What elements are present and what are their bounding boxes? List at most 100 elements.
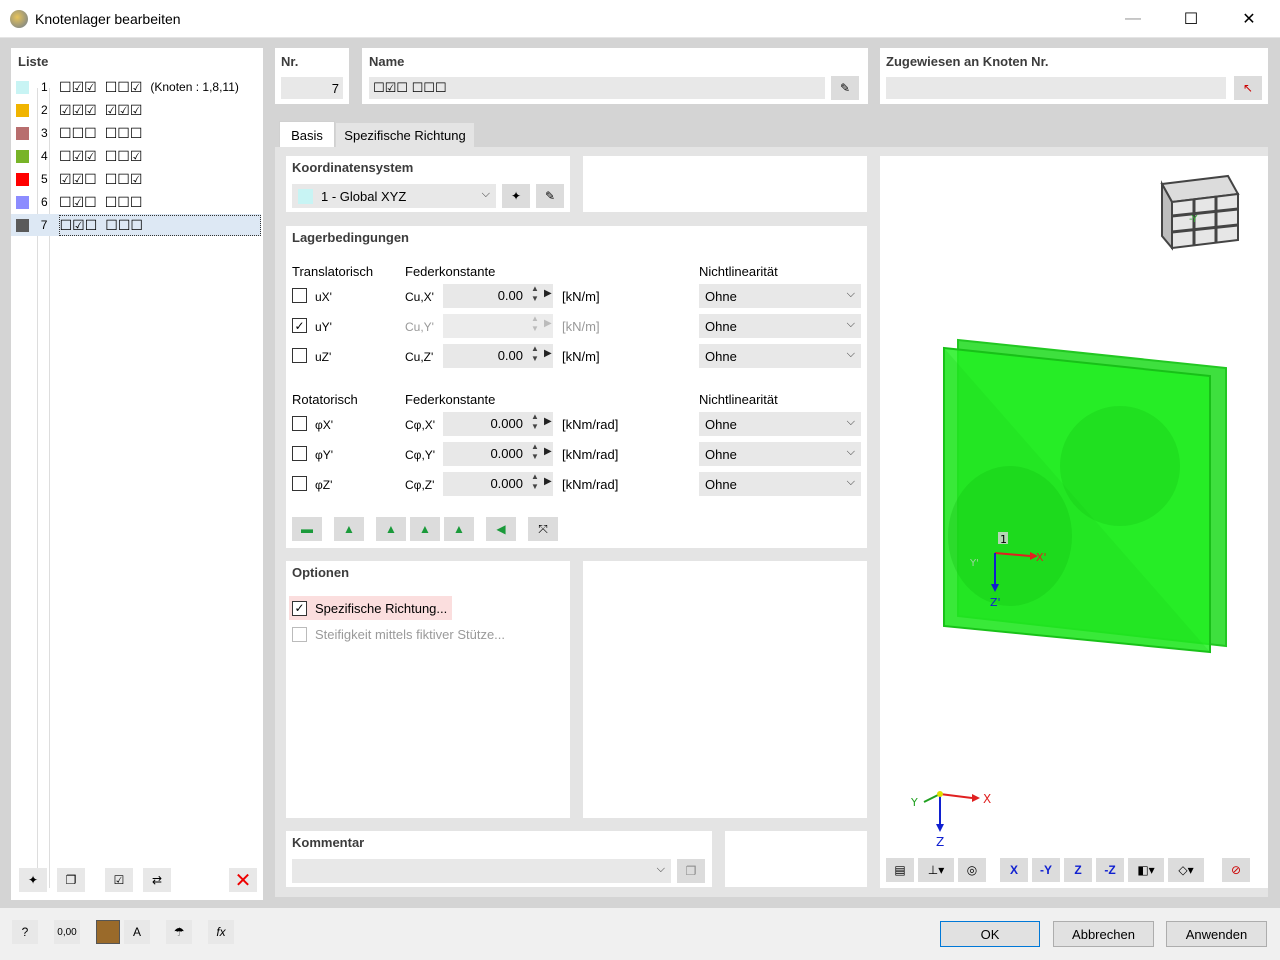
roller-y-support-icon[interactable]: ▲ <box>444 517 474 541</box>
iso-view-icon[interactable]: ◇▾ <box>1168 858 1204 882</box>
hinged-support-icon[interactable]: ▲ <box>334 517 364 541</box>
tab-basis[interactable]: Basis <box>279 121 335 148</box>
comment-library-icon[interactable]: ❐ <box>677 859 705 883</box>
nonlinearity-select[interactable]: Ohne ⌵ <box>699 344 861 368</box>
edit-name-icon[interactable]: ✎ <box>831 76 859 100</box>
copy-item-icon[interactable]: ❐ <box>57 868 85 892</box>
dof-checkbox[interactable]: ✓ <box>292 318 307 333</box>
chevron-down-icon: ⌵ <box>846 446 855 458</box>
app-icon <box>10 10 28 28</box>
display-options-icon[interactable]: ◧▾ <box>1128 858 1164 882</box>
list-item-dof-symbol: ☐ <box>104 147 118 164</box>
list-item[interactable]: 5 ☑☑☐ ☐☐☑ <box>11 168 261 190</box>
play-icon[interactable]: ▶ <box>544 288 552 299</box>
view-cube[interactable]: -Y <box>1160 174 1240 251</box>
list-item[interactable]: 6 ☐☑☐ ☐☐☐ <box>11 191 261 213</box>
view-x-icon[interactable]: X <box>1000 858 1028 882</box>
ok-button[interactable]: OK <box>940 921 1040 947</box>
close-button[interactable]: ✕ <box>1220 0 1278 38</box>
list-item[interactable]: 2 ☑☑☑ ☑☑☑ <box>11 99 261 121</box>
play-icon[interactable]: ▶ <box>544 318 552 329</box>
dof-label: φX' <box>315 418 334 432</box>
assigned-field[interactable] <box>886 77 1226 99</box>
delete-icon[interactable]: ✕ <box>229 868 257 892</box>
play-icon[interactable]: ▶ <box>544 416 552 427</box>
axis-display-icon[interactable]: ⊥▾ <box>918 858 954 882</box>
view-minus-z-icon[interactable]: -Z <box>1096 858 1124 882</box>
chevron-down-icon: ⌵ <box>846 288 855 300</box>
formula-icon[interactable]: fx <box>208 920 234 944</box>
list-item-dof-symbol: ☐ <box>117 193 130 210</box>
text-style-icon[interactable]: A <box>124 920 150 944</box>
coord-select[interactable]: 1 - Global XYZ ⌵ <box>292 184 496 208</box>
view-toolbar: ▤ ⊥▾ ◎ X -Y Z -Z ◧▾ ◇▾ <box>886 858 1204 882</box>
fixed-support-icon[interactable]: ▲ <box>376 517 406 541</box>
roller-x-support-icon[interactable]: ▲ <box>410 517 440 541</box>
dof-checkbox[interactable] <box>292 348 307 363</box>
minimize-button[interactable]: — <box>1104 0 1162 38</box>
play-icon[interactable]: ▶ <box>544 348 552 359</box>
stiffness-label: Steifigkeit mittels fiktiver Stütze... <box>315 627 506 642</box>
dof-checkbox[interactable] <box>292 416 307 431</box>
nonlinearity-select[interactable]: Ohne ⌵ <box>699 314 861 338</box>
list-item-extra: (Knoten : 1,8,11) <box>150 80 239 94</box>
spring-support-icon[interactable]: ▬ <box>292 517 322 541</box>
list-item-dof-symbol: ☐ <box>129 193 143 210</box>
nonlinearity-select[interactable]: Ohne ⌵ <box>699 472 861 496</box>
display-icon[interactable]: ☂ <box>166 920 192 944</box>
list-item-dof-symbol: ☐ <box>117 170 130 187</box>
list-item-dof-symbol: ☐ <box>71 124 85 141</box>
view-z-icon[interactable]: Z <box>1064 858 1092 882</box>
apply-button[interactable]: Anwenden <box>1166 921 1267 947</box>
name-field[interactable]: ☐☑☐ ☐☐☐ <box>369 77 825 99</box>
spinner-arrows-icon[interactable]: ▲ ▼ <box>531 412 539 432</box>
list-item[interactable]: 3 ☐☐☐ ☐☐☐ <box>11 122 261 144</box>
dof-checkbox[interactable] <box>292 476 307 491</box>
list-item[interactable]: 1 ☐☑☑ ☐☐☑ (Knoten : 1,8,11) <box>11 76 261 98</box>
pick-node-icon[interactable]: ↖ <box>1234 76 1262 100</box>
spinner-arrows-icon[interactable]: ▲ ▼ <box>531 344 539 364</box>
options-side-panel <box>583 561 867 818</box>
new-coord-icon[interactable]: ✦ <box>502 184 530 208</box>
cancel-button[interactable]: Abbrechen <box>1053 921 1154 947</box>
play-icon[interactable]: ▶ <box>544 476 552 487</box>
spinner-arrows-icon[interactable]: ▲ ▼ <box>531 314 539 334</box>
spinner-arrows-icon[interactable]: ▲ ▼ <box>531 284 539 304</box>
list-item[interactable]: 7 ☐☑☐ ☐☐☐ <box>11 214 261 236</box>
list-item-box: ☐☑☑ ☐☐☑ <box>59 149 150 164</box>
tab-specific-direction[interactable]: Spezifische Richtung <box>336 123 474 148</box>
spinner-arrows-icon[interactable]: ▲ ▼ <box>531 442 539 462</box>
dof-checkbox[interactable] <box>292 446 307 461</box>
check-all-icon[interactable]: ☑ <box>105 868 133 892</box>
preview-canvas[interactable]: -Y 1 X' Z' Y' X Y Z <box>880 156 1268 888</box>
comment-select[interactable]: ⌵ <box>292 859 671 883</box>
local-x-label: X' <box>1036 551 1047 564</box>
view-minus-y-icon[interactable]: -Y <box>1032 858 1060 882</box>
wall-support-icon[interactable]: ◀ <box>486 517 516 541</box>
play-icon[interactable]: ▶ <box>544 446 552 457</box>
spinner-arrows-icon[interactable]: ▲ ▼ <box>531 472 539 492</box>
dof-checkbox[interactable] <box>292 288 307 303</box>
reset-view-icon[interactable]: ⊘ <box>1222 858 1250 882</box>
material-color-icon[interactable] <box>96 920 120 944</box>
decimal-places-icon[interactable]: 0,00 <box>54 920 80 944</box>
list-item-color-swatch <box>16 103 29 117</box>
support-type-toolbar: ▬ ▲ ▲ ▲ ▲ ◀ ⤧ <box>292 517 558 541</box>
render-mode-icon[interactable]: ▤ <box>886 858 914 882</box>
swap-check-icon[interactable]: ⇄ <box>143 868 171 892</box>
nonlinearity-select[interactable]: Ohne ⌵ <box>699 412 861 436</box>
help-icon[interactable]: ? <box>12 920 38 944</box>
edit-coord-icon[interactable]: ✎ <box>536 184 564 208</box>
list-item[interactable]: 4 ☐☑☑ ☐☐☑ <box>11 145 261 167</box>
nonlinearity-select[interactable]: Ohne ⌵ <box>699 442 861 466</box>
view-settings-icon[interactable]: ◎ <box>958 858 986 882</box>
title-bar: Knotenlager bearbeiten — ☐ ✕ <box>0 0 1280 38</box>
specific-direction-checkbox[interactable]: ✓ <box>292 600 307 616</box>
chevron-down-icon: ⌵ <box>481 188 490 200</box>
free-node-icon[interactable]: ⤧ <box>528 517 558 541</box>
specific-direction-option[interactable]: ✓ Spezifische Richtung... <box>289 596 452 620</box>
nr-field[interactable]: 7 <box>281 77 343 99</box>
new-item-icon[interactable]: ✦ <box>19 868 47 892</box>
maximize-button[interactable]: ☐ <box>1162 0 1220 38</box>
nonlinearity-select[interactable]: Ohne ⌵ <box>699 284 861 308</box>
